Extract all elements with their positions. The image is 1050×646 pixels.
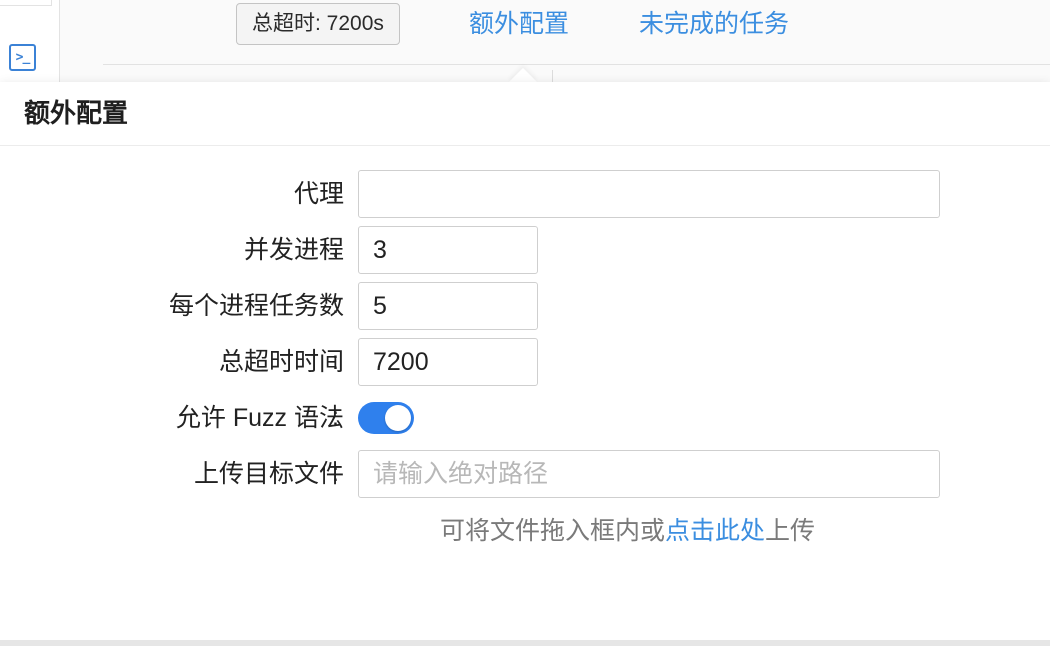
total-timeout-colon: : xyxy=(332,347,339,375)
allow-fuzz-colon: : xyxy=(332,403,339,431)
upload-path-input[interactable]: 请输入绝对路径 xyxy=(358,450,940,498)
concurrency-colon: : xyxy=(332,235,339,263)
upload-target-colon: : xyxy=(332,459,339,487)
tasks-per-process-colon: : xyxy=(332,291,339,319)
proxy-colon: : xyxy=(332,179,339,207)
side-rail-top-tab xyxy=(0,0,52,6)
upload-target-label: 上传目标文件 xyxy=(193,460,344,488)
concurrency-label: 并发进程 xyxy=(243,236,344,264)
upload-click-link[interactable]: 点击此处 xyxy=(665,517,765,545)
proxy-row: 代理 : xyxy=(0,170,1050,218)
upload-hint-suffix: 上传 xyxy=(765,517,816,545)
terminal-icon[interactable]: >_ xyxy=(9,44,36,71)
allow-fuzz-row: 允许 Fuzz 语法 : xyxy=(0,394,1050,442)
extra-config-popover: 额外配置 代理 : 并发进程 : 3 每个进程任务数 : 5 总超时时间 : 7… xyxy=(0,82,1050,642)
total-timeout-row: 总超时时间 : 7200 xyxy=(0,338,1050,386)
extra-config-link[interactable]: 额外配置 xyxy=(469,6,569,42)
upload-hint-prefix: 可将文件拖入框内或 xyxy=(440,517,666,545)
top-bar: 总超时: 7200s 额外配置 未完成的任务 xyxy=(61,0,1050,82)
popover-title: 额外配置 xyxy=(0,82,1050,146)
bottom-strip xyxy=(0,640,1050,646)
top-bar-divider xyxy=(103,64,1050,65)
toggle-knob xyxy=(385,405,411,431)
unfinished-tasks-link[interactable]: 未完成的任务 xyxy=(639,6,789,42)
total-timeout-label: 总超时时间 xyxy=(218,348,344,376)
concurrency-row: 并发进程 : 3 xyxy=(0,226,1050,274)
top-bar-separator xyxy=(552,70,553,82)
tasks-per-process-label: 每个进程任务数 xyxy=(168,292,344,320)
allow-fuzz-label: 允许 Fuzz 语法 xyxy=(175,404,344,432)
allow-fuzz-toggle[interactable] xyxy=(358,402,414,434)
concurrency-input[interactable]: 3 xyxy=(358,226,538,274)
total-timeout-tag: 总超时: 7200s xyxy=(236,3,400,45)
tasks-per-process-input[interactable]: 5 xyxy=(358,282,538,330)
upload-hint: 可将文件拖入框内或点击此处上传 xyxy=(440,513,815,549)
proxy-input[interactable] xyxy=(358,170,940,218)
tasks-per-process-row: 每个进程任务数 : 5 xyxy=(0,282,1050,330)
upload-target-row: 上传目标文件 : 请输入绝对路径 xyxy=(0,450,1050,498)
total-timeout-input[interactable]: 7200 xyxy=(358,338,538,386)
